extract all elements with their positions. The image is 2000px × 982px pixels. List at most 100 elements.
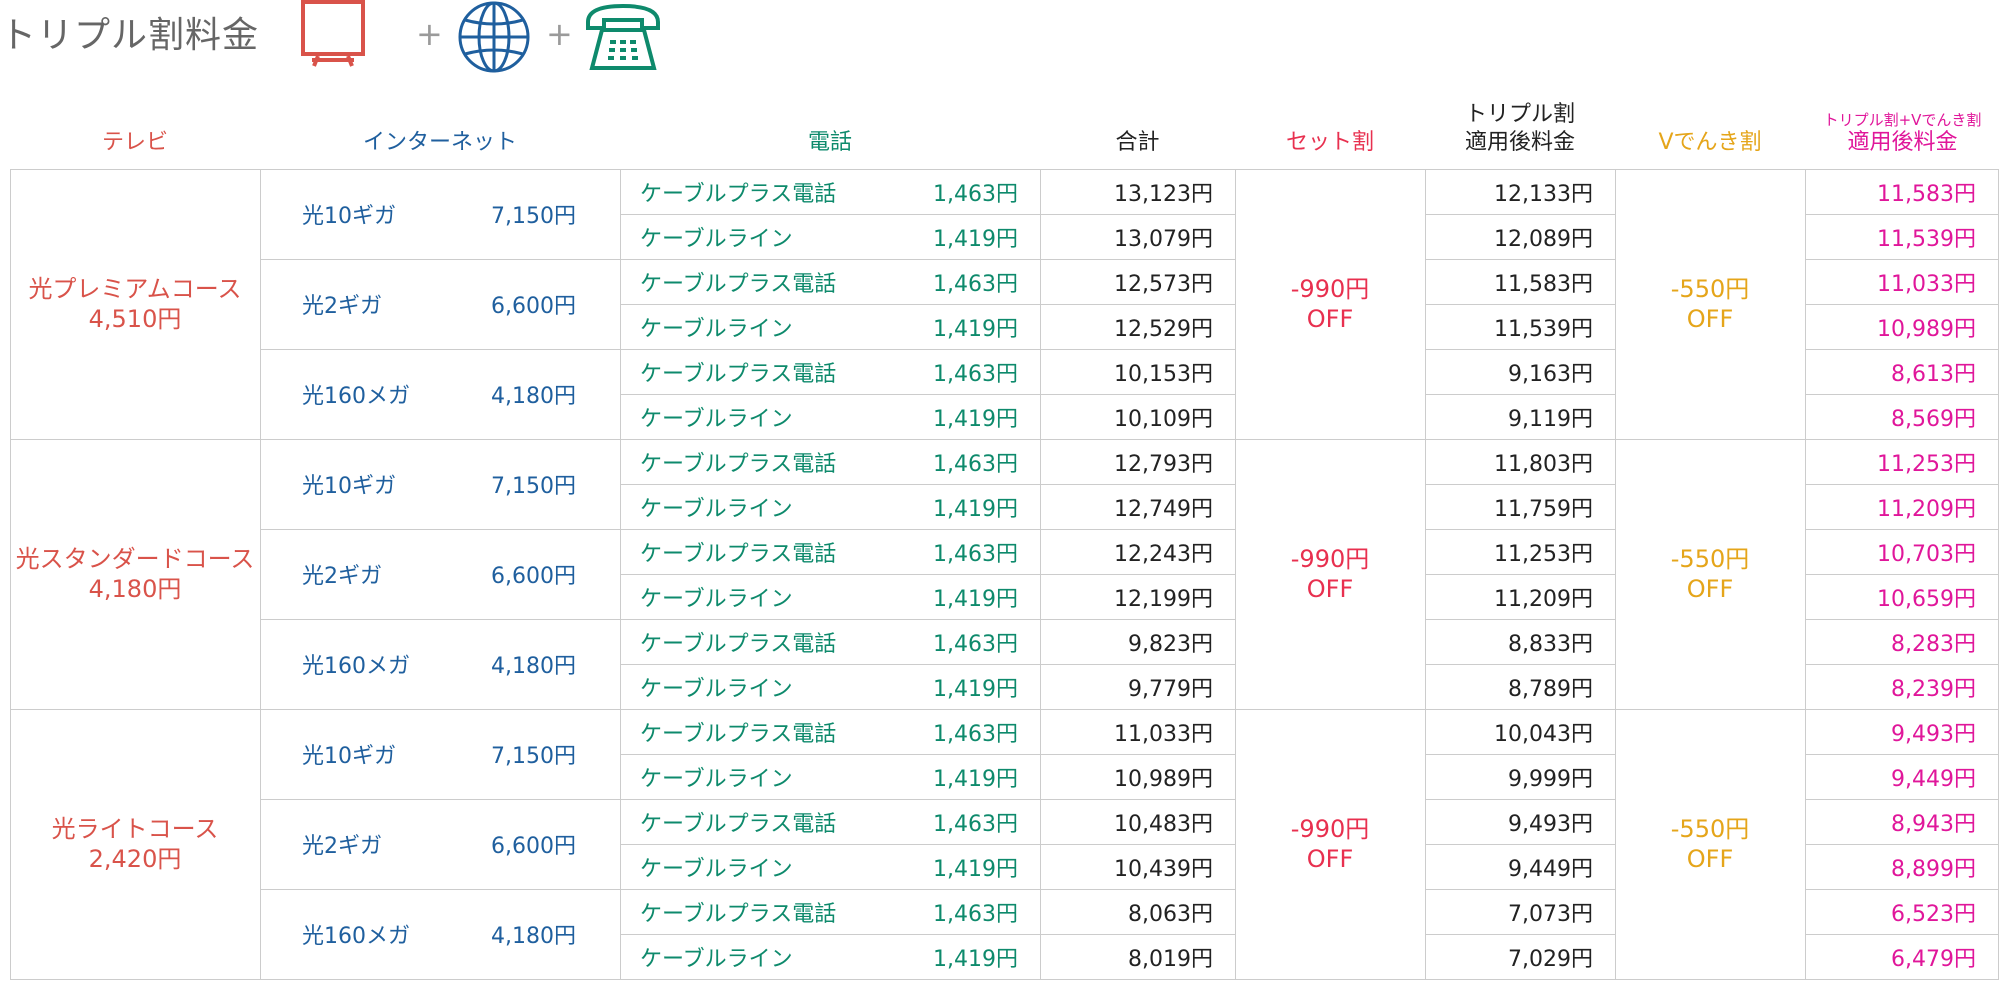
phone-cell: ケーブルプラス電話 1,463円: [620, 529, 1040, 574]
final-price-cell: 9,449円: [1805, 754, 1998, 799]
total-cell: 10,439円: [1040, 844, 1235, 889]
table-divider: [1805, 349, 1998, 350]
telephone-icon: [584, 0, 662, 72]
total-cell: 12,529円: [1040, 304, 1235, 349]
phone-cell: ケーブルプラス電話 1,463円: [620, 259, 1040, 304]
table-divider: [1805, 529, 1998, 530]
internet-plan-cell: 光10ギガ 7,150円: [260, 169, 620, 259]
final-price-cell: 6,479円: [1805, 934, 1998, 979]
phone-plan-name: ケーブルライン: [640, 406, 793, 432]
final-price-cell: 8,943円: [1805, 799, 1998, 844]
phone-plan-price: 1,419円: [933, 406, 1018, 432]
phone-plan-price: 1,419円: [933, 676, 1018, 702]
tv-course-price: 2,420円: [88, 845, 182, 873]
v-denki-discount-cell: -550円 OFF: [1615, 169, 1805, 439]
phone-cell: ケーブルライン 1,419円: [620, 214, 1040, 259]
table-divider: [1805, 304, 1998, 305]
tv-course-name: 光スタンダードコース: [15, 545, 255, 573]
header-set-discount: セット割: [1285, 130, 1374, 155]
triple-price-cell: 12,089円: [1425, 214, 1615, 259]
table-divider: [620, 844, 1235, 845]
final-price-cell: 6,523円: [1805, 889, 1998, 934]
internet-plan-name: 光10ギガ: [302, 204, 396, 229]
triple-price: 9,493円: [1508, 811, 1593, 837]
final-price: 8,239円: [1891, 676, 1976, 702]
table-divider: [1998, 169, 1999, 980]
table-divider: [1425, 664, 1615, 665]
triple-price-cell: 11,209円: [1425, 574, 1615, 619]
phone-cell: ケーブルライン 1,419円: [620, 394, 1040, 439]
triple-price-cell: 9,493円: [1425, 799, 1615, 844]
total-cell: 8,019円: [1040, 934, 1235, 979]
header-v-denki: Vでんき割: [1658, 130, 1762, 155]
table-divider: [1805, 799, 1998, 800]
final-price-cell: 8,239円: [1805, 664, 1998, 709]
triple-price-cell: 12,133円: [1425, 169, 1615, 214]
phone-plan-price: 1,463円: [933, 631, 1018, 657]
phone-plan-price: 1,419円: [933, 766, 1018, 792]
internet-plan-name: 光2ギガ: [302, 294, 382, 319]
final-price-cell: 11,539円: [1805, 214, 1998, 259]
tv-course-name: 光ライトコース: [51, 815, 219, 843]
final-price: 8,943円: [1891, 811, 1976, 837]
set-discount-cell: -990円 OFF: [1235, 439, 1425, 709]
total-cell: 10,153円: [1040, 349, 1235, 394]
final-price-cell: 8,569円: [1805, 394, 1998, 439]
final-price: 8,283円: [1891, 631, 1976, 657]
internet-plan-cell: 光2ギガ 6,600円: [260, 259, 620, 349]
header-triple-line1: トリプル割: [1464, 102, 1575, 127]
table-divider: [1805, 574, 1998, 575]
internet-plan-name: 光10ギガ: [302, 744, 396, 769]
total-cell: 9,823円: [1040, 619, 1235, 664]
table-divider: [620, 169, 621, 980]
triple-price: 9,119円: [1508, 406, 1593, 432]
triple-price: 9,163円: [1508, 361, 1593, 387]
final-price-cell: 11,209円: [1805, 484, 1998, 529]
table-divider: [1425, 754, 1615, 755]
triple-price: 11,253円: [1494, 541, 1593, 567]
total-price: 9,823円: [1128, 631, 1213, 657]
phone-plan-name: ケーブルプラス電話: [640, 901, 837, 927]
header-internet: インターネット: [362, 130, 517, 155]
total-cell: 12,793円: [1040, 439, 1235, 484]
total-price: 8,063円: [1128, 901, 1213, 927]
table-divider: [1425, 169, 1426, 980]
triple-price-cell: 9,163円: [1425, 349, 1615, 394]
phone-plan-name: ケーブルライン: [640, 676, 793, 702]
phone-plan-price: 1,419円: [933, 586, 1018, 612]
tv-course-cell: 光ライトコース 2,420円: [10, 709, 260, 979]
total-cell: 8,063円: [1040, 889, 1235, 934]
total-price: 12,749円: [1114, 496, 1213, 522]
phone-plan-name: ケーブルプラス電話: [640, 721, 837, 747]
table-divider: [260, 259, 1235, 260]
v-denki-amount: -550円: [1670, 815, 1750, 843]
triple-price: 11,803円: [1494, 451, 1593, 477]
table-divider: [1805, 934, 1998, 935]
internet-plan-name: 光2ギガ: [302, 564, 382, 589]
table-divider: [1805, 889, 1998, 890]
phone-cell: ケーブルプラス電話 1,463円: [620, 799, 1040, 844]
table-divider: [1040, 169, 1041, 980]
v-denki-amount: -550円: [1670, 545, 1750, 573]
internet-plan-price: 6,600円: [491, 834, 576, 859]
page-title: トリプル割料金: [0, 15, 260, 56]
header-triple-line2: 適用後料金: [1464, 130, 1575, 155]
phone-cell: ケーブルプラス電話 1,463円: [620, 889, 1040, 934]
phone-plan-name: ケーブルプラス電話: [640, 811, 837, 837]
table-divider: [1425, 394, 1615, 395]
triple-price: 11,759円: [1494, 496, 1593, 522]
phone-cell: ケーブルライン 1,419円: [620, 484, 1040, 529]
table-divider: [620, 484, 1235, 485]
total-cell: 9,779円: [1040, 664, 1235, 709]
v-denki-discount-cell: -550円 OFF: [1615, 709, 1805, 979]
tv-course-price: 4,180円: [88, 575, 182, 603]
triple-price-cell: 11,583円: [1425, 259, 1615, 304]
total-price: 10,153円: [1114, 361, 1213, 387]
table-divider: [260, 529, 1235, 530]
total-price: 12,199円: [1114, 586, 1213, 612]
total-price: 11,033円: [1114, 721, 1213, 747]
final-price-cell: 11,253円: [1805, 439, 1998, 484]
total-cell: 10,109円: [1040, 394, 1235, 439]
triple-price-cell: 7,073円: [1425, 889, 1615, 934]
internet-plan-cell: 光2ギガ 6,600円: [260, 799, 620, 889]
